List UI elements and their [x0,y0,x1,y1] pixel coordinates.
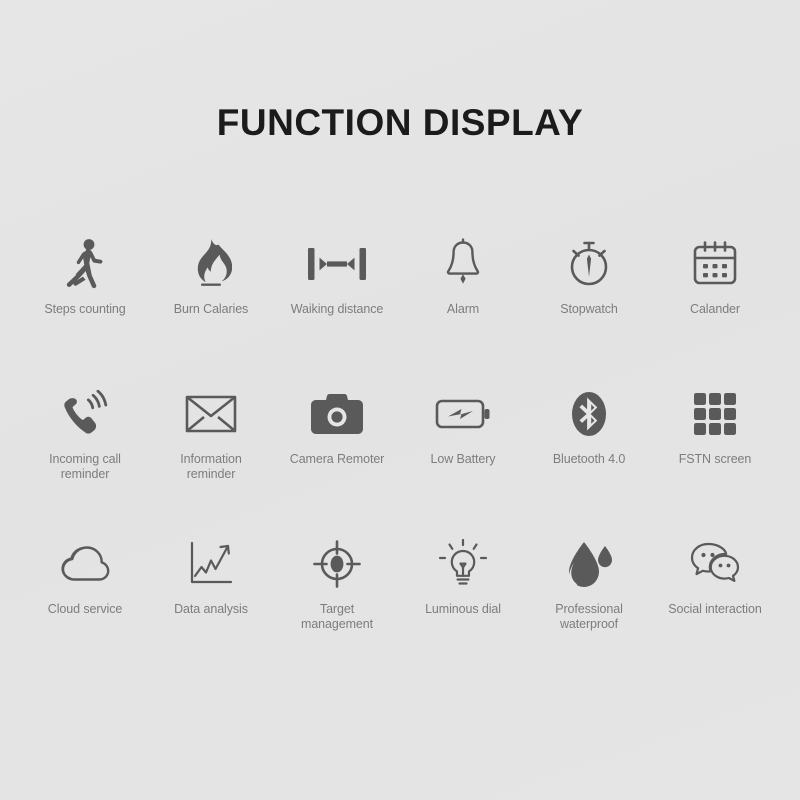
feature-label: Data analysis [174,601,248,616]
cloud-icon [57,536,113,592]
grid-screen-icon [692,386,738,442]
feature-item-incoming-call[interactable]: Incoming call reminder [22,382,148,532]
feature-item-bluetooth[interactable]: Bluetooth 4.0 [526,382,652,532]
feature-item-burn-calories[interactable]: Burn Calaries [148,232,274,382]
feature-item-luminous-dial[interactable]: Luminous dial [400,532,526,682]
feature-label: Cloud service [47,601,123,616]
line-chart-icon [187,536,235,592]
feature-item-information-reminder[interactable]: Information reminder [148,382,274,532]
feature-label: Social interaction [668,601,762,616]
bell-icon [441,236,485,292]
feature-item-camera-remote[interactable]: Camera Remoter [274,382,400,532]
function-display-page: FUNCTION DISPLAY Steps counting Burn Cal… [0,0,800,800]
lightbulb-icon [438,536,488,592]
feature-item-fstn-screen[interactable]: FSTN screen [652,382,778,532]
feature-label: Luminous dial [425,601,501,616]
feature-label: Information reminder [180,451,242,481]
feature-item-low-battery[interactable]: Low Battery [400,382,526,532]
calendar-icon [691,236,739,292]
distance-measure-icon [306,236,368,292]
feature-label: Alarm [446,301,480,316]
feature-label: Professional waterproof [555,601,623,631]
feature-item-cloud-service[interactable]: Cloud service [22,532,148,682]
feature-label: Target management [301,601,373,631]
title-section: FUNCTION DISPLAY [0,0,800,144]
flame-icon [190,236,232,292]
envelope-icon [185,386,237,442]
camera-icon [311,386,363,442]
stopwatch-icon [565,236,613,292]
feature-label: Low Battery [430,451,496,466]
feature-item-data-analysis[interactable]: Data analysis [148,532,274,682]
chat-bubbles-icon [687,536,743,592]
feature-item-social-interaction[interactable]: Social interaction [652,532,778,682]
target-crosshair-icon [313,536,361,592]
feature-label: Waiking distance [290,301,384,316]
feature-label: Stopwatch [560,301,618,316]
feature-item-waterproof[interactable]: Professional waterproof [526,532,652,682]
feature-label: Steps counting [44,301,126,316]
ringing-phone-icon [61,386,109,442]
feature-label: Incoming call reminder [49,451,121,481]
feature-item-alarm[interactable]: Alarm [400,232,526,382]
water-drop-icon [566,536,612,592]
feature-label: Camera Remoter [289,451,385,466]
feature-item-steps-counting[interactable]: Steps counting [22,232,148,382]
page-title: FUNCTION DISPLAY [216,102,584,143]
feature-label: Calander [690,301,740,316]
feature-item-stopwatch[interactable]: Stopwatch [526,232,652,382]
running-person-icon [62,236,108,292]
feature-label: Bluetooth 4.0 [552,451,626,466]
feature-grid: Steps counting Burn Calaries Waiking dis… [0,232,800,682]
feature-item-calendar[interactable]: Calander [652,232,778,382]
feature-label: FSTN screen [678,451,752,466]
bluetooth-icon [568,386,610,442]
feature-label: Burn Calaries [173,301,249,316]
battery-bolt-icon [435,386,491,442]
feature-item-walking-distance[interactable]: Waiking distance [274,232,400,382]
feature-item-target-management[interactable]: Target management [274,532,400,682]
